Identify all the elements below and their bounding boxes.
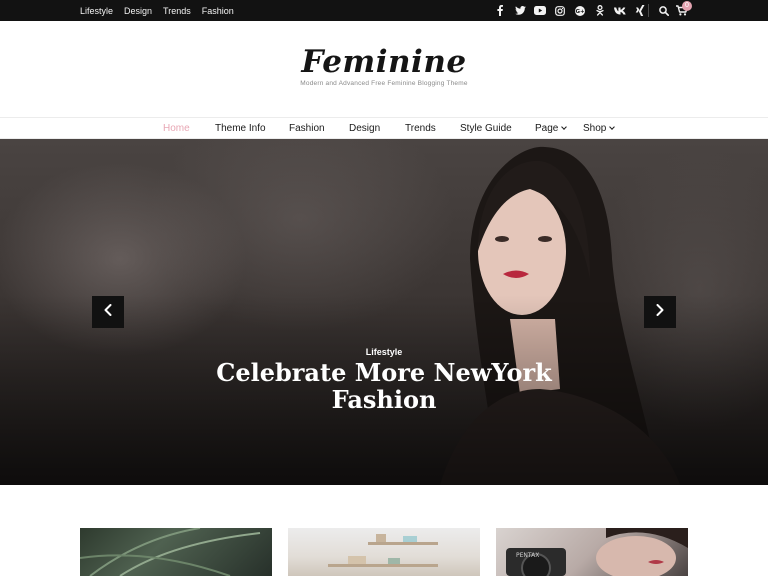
svg-text:PENTAX: PENTAX [516, 552, 539, 559]
nav-item-design[interactable]: Design [349, 118, 380, 139]
nav-item-label: Fashion [289, 123, 325, 134]
chevron-down-icon [561, 124, 568, 130]
nav-item-shop[interactable]: Shop [583, 118, 616, 139]
hero-title[interactable]: Celebrate More NewYork Fashion [184, 359, 584, 413]
nav-item-home[interactable]: Home [163, 118, 190, 139]
xing-icon[interactable] [630, 0, 650, 21]
site-tagline: Modern and Advanced Free Feminine Bloggi… [300, 80, 468, 87]
instagram-icon[interactable] [550, 0, 570, 21]
cart-count-badge: 0 [682, 1, 692, 11]
top-nav-trends[interactable]: Trends [163, 6, 191, 16]
search-icon[interactable] [656, 0, 672, 21]
chevron-right-icon [656, 303, 664, 321]
nav-item-label: Trends [405, 123, 436, 134]
main-nav: Home Theme Info Fashion Design Trends St… [0, 117, 768, 139]
chevron-down-icon [609, 124, 616, 130]
svg-text:G+: G+ [575, 9, 585, 15]
fern-image [80, 528, 261, 576]
top-bar: Lifestyle Design Trends Fashion G+ 0 [0, 0, 768, 21]
vk-icon[interactable] [610, 0, 630, 21]
hero-slider: Lifestyle Celebrate More NewYork Fashion [0, 139, 768, 485]
hero-category[interactable]: Lifestyle [0, 347, 768, 357]
post-card-image[interactable]: PENTAX [496, 528, 688, 576]
odnoklassniki-icon[interactable] [590, 0, 610, 21]
nav-item-label: Page [535, 123, 559, 134]
shelf-image [328, 534, 438, 567]
top-nav-design[interactable]: Design [124, 6, 152, 16]
camera-portrait-image: PENTAX [506, 528, 688, 576]
post-card-image[interactable] [80, 528, 272, 576]
top-nav-lifestyle[interactable]: Lifestyle [80, 6, 113, 16]
nav-item-fashion[interactable]: Fashion [289, 118, 325, 139]
facebook-icon[interactable] [490, 0, 510, 21]
nav-item-label: Design [349, 123, 381, 134]
nav-item-label: Home [163, 123, 190, 134]
nav-item-label: Shop [583, 123, 607, 134]
slider-prev-button[interactable] [92, 296, 124, 328]
top-nav-fashion[interactable]: Fashion [202, 6, 234, 16]
nav-item-theme-info[interactable]: Theme Info [215, 118, 266, 139]
nav-item-label: Style Guide [460, 123, 512, 134]
chevron-left-icon [104, 303, 112, 321]
slider-next-button[interactable] [644, 296, 676, 328]
site-title[interactable]: Feminine [0, 44, 768, 80]
post-card-image[interactable] [288, 528, 480, 576]
nav-item-label: Theme Info [215, 123, 266, 134]
top-nav: Lifestyle Design Trends Fashion [80, 0, 234, 21]
nav-item-style-guide[interactable]: Style Guide [460, 118, 512, 139]
youtube-icon[interactable] [530, 0, 550, 21]
nav-item-trends[interactable]: Trends [405, 118, 436, 139]
divider [648, 4, 649, 17]
social-links: G+ [490, 0, 650, 21]
google-plus-icon[interactable]: G+ [570, 0, 590, 21]
twitter-icon[interactable] [510, 0, 530, 21]
nav-item-page[interactable]: Page [535, 118, 568, 139]
